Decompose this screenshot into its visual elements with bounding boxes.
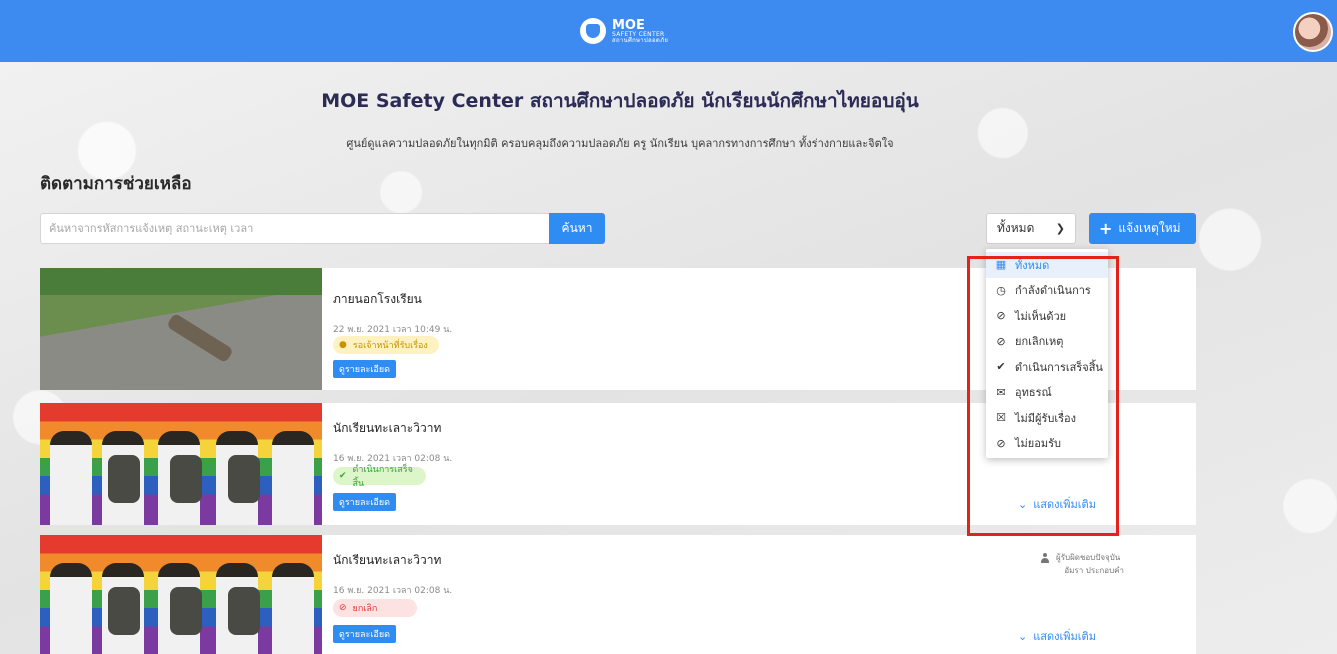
filter-option-cancelled[interactable]: ⊘ ยกเลิกเหตุ (986, 329, 1108, 355)
grid-icon: ▦ (995, 258, 1007, 272)
chevron-down-icon: ⌄ (1018, 497, 1028, 511)
ban-icon: ⊘ (339, 603, 347, 613)
view-detail-button[interactable]: ดูรายละเอียด (333, 493, 396, 511)
case-card: นักเรียนทะเลาะวิวาท 16 พ.ย. 2021 เวลา 02… (40, 535, 1196, 654)
user-avatar[interactable] (1293, 12, 1333, 52)
filter-option-label: ยกเลิกเหตุ (1015, 335, 1064, 349)
chevron-down-icon: ❯ (1055, 222, 1065, 235)
logo-tag-text: สถานศึกษาปลอดภัย (612, 36, 669, 44)
case-date: 16 พ.ย. 2021 เวลา 02:08 น. (333, 586, 453, 596)
filter-option-disagree[interactable]: ⊘ ไม่เห็นด้วย (986, 303, 1108, 329)
filter-option-rejected[interactable]: ⊘ ไม่ยอมรับ (986, 431, 1108, 457)
status-badge: ✔ ดำเนินการเสร็จสิ้น (333, 465, 426, 489)
filter-option-all[interactable]: ▦ ทั้งหมด (986, 252, 1108, 278)
status-badge: ⊘ ยกเลิก (333, 599, 417, 617)
check-icon: ✔ (339, 471, 347, 481)
chevron-down-icon: ⌄ (1018, 629, 1028, 643)
case-title: ภายนอกโรงเรียน (333, 292, 422, 306)
show-more-label: แสดงเพิ่มเติม (1033, 498, 1096, 511)
filter-option-label: กำลังดำเนินการ (1015, 284, 1091, 298)
new-report-button[interactable]: + แจ้งเหตุใหม่ (1089, 213, 1196, 244)
check-icon: ✔ (996, 360, 1006, 374)
case-image (40, 268, 322, 390)
ban-icon: ⊘ (996, 436, 1006, 450)
user-icon (1040, 552, 1050, 563)
status-label: ดำเนินการเสร็จสิ้น (352, 465, 413, 489)
show-more-label: แสดงเพิ่มเติม (1033, 630, 1096, 643)
filter-option-label: ทั้งหมด (1015, 258, 1050, 272)
new-report-label: แจ้งเหตุใหม่ (1118, 221, 1181, 235)
filter-option-label: อุทธรณ์ (1015, 386, 1052, 400)
status-label: ยกเลิก (352, 604, 378, 614)
clock-icon: ◷ (996, 283, 1006, 297)
responsible-name: อัมรา ประกอบคำ (1064, 566, 1124, 575)
filter-option-label: ไม่มีผู้รับเรื่อง (1015, 411, 1077, 425)
view-detail-button[interactable]: ดูรายละเอียด (333, 625, 396, 643)
filter-option-appeal[interactable]: ✉ อุทธรณ์ (986, 380, 1108, 406)
users-icon: ● (339, 340, 347, 350)
status-filter-select[interactable]: ทั้งหมด ❯ (986, 213, 1076, 244)
logo-main-text: MOE (612, 17, 645, 33)
view-detail-button[interactable]: ดูรายละเอียด (333, 360, 396, 378)
hero-subtitle: ศูนย์ดูแลความปลอดภัยในทุกมิติ ครอบคลุมถึ… (346, 137, 894, 150)
filter-option-label: ไม่ยอมรับ (1015, 437, 1061, 451)
status-badge: ● รอเจ้าหน้าที่รับเรื่อง (333, 336, 439, 354)
envelope-open-icon: ✉ (996, 385, 1006, 399)
top-bar: MOE SAFETY CENTER สถานศึกษาปลอดภัย (0, 0, 1337, 62)
case-image (40, 403, 322, 525)
case-image (40, 535, 322, 654)
user-slash-icon: ☒ (996, 411, 1006, 425)
moe-logo[interactable]: MOE SAFETY CENTER สถานศึกษาปลอดภัย (580, 14, 668, 48)
filter-option-label: ดำเนินการเสร็จสิ้น (1015, 360, 1103, 374)
filter-option-no-assignee[interactable]: ☒ ไม่มีผู้รับเรื่อง (986, 405, 1108, 431)
case-title: นักเรียนทะเลาะวิวาท (333, 421, 442, 435)
responsible-person: ผู้รับผิดชอบปัจจุบัน อัมรา ประกอบคำ (1040, 551, 1124, 577)
section-title: ติดตามการช่วยเหลือ (40, 174, 192, 194)
ban-icon: ⊘ (996, 309, 1006, 323)
main-content: MOE Safety Center สถานศึกษาปลอดภัย นักเร… (0, 62, 1337, 654)
case-date: 22 พ.ย. 2021 เวลา 10:49 น. (333, 325, 453, 335)
show-more-link[interactable]: ⌄ แสดงเพิ่มเติม (1018, 627, 1096, 645)
hero-title: MOE Safety Center สถานศึกษาปลอดภัย นักเร… (321, 90, 919, 112)
status-label: รอเจ้าหน้าที่รับเรื่อง (352, 341, 428, 351)
responsible-label: ผู้รับผิดชอบปัจจุบัน (1056, 553, 1121, 562)
case-title: นักเรียนทะเลาะวิวาท (333, 553, 442, 567)
ban-icon: ⊘ (996, 334, 1006, 348)
status-filter-dropdown: ▦ ทั้งหมด ◷ กำลังดำเนินการ ⊘ ไม่เห็นด้วย… (986, 249, 1108, 458)
filter-option-label: ไม่เห็นด้วย (1015, 309, 1067, 323)
show-more-link[interactable]: ⌄ แสดงเพิ่มเติม (1018, 495, 1096, 513)
filter-option-completed[interactable]: ✔ ดำเนินการเสร็จสิ้น (986, 354, 1108, 380)
filter-selected-label: ทั้งหมด (997, 221, 1035, 235)
search-button[interactable]: ค้นหา (549, 213, 605, 244)
shield-icon (580, 18, 606, 44)
plus-icon: + (1099, 219, 1113, 238)
filter-option-in-progress[interactable]: ◷ กำลังดำเนินการ (986, 278, 1108, 304)
search-input[interactable] (40, 213, 550, 244)
